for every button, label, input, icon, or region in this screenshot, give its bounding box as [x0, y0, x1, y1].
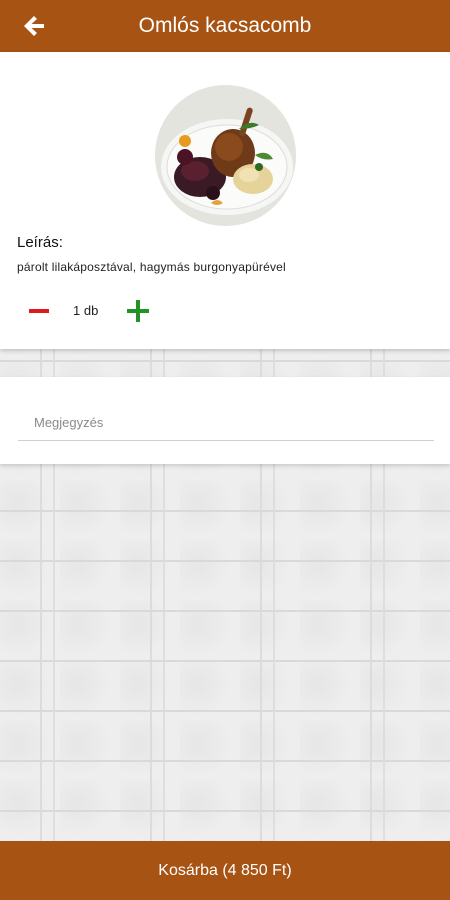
add-to-cart-button[interactable]: Kosárba (4 850 Ft) [0, 841, 450, 900]
arrow-left-icon [24, 16, 44, 36]
note-card [0, 377, 450, 464]
dish-photo [155, 85, 296, 226]
app-header: Omlós kacsacomb [0, 0, 450, 52]
description-label: Leírás: [17, 234, 63, 251]
back-button[interactable] [20, 12, 48, 40]
quantity-value: 1 db [73, 303, 99, 318]
add-to-cart-label: Kosárba (4 850 Ft) [158, 861, 292, 879]
minus-icon[interactable] [28, 302, 50, 320]
quantity-stepper: 1 db [0, 296, 450, 326]
description-text: párolt lilakáposztával, hagymás burgonya… [17, 260, 286, 274]
page-title: Omlós kacsacomb [138, 14, 312, 37]
dish-illustration [155, 85, 296, 226]
plus-icon[interactable] [127, 300, 149, 322]
note-input[interactable] [18, 405, 434, 441]
product-card: Leírás: párolt lilakáposztával, hagymás … [0, 52, 450, 349]
